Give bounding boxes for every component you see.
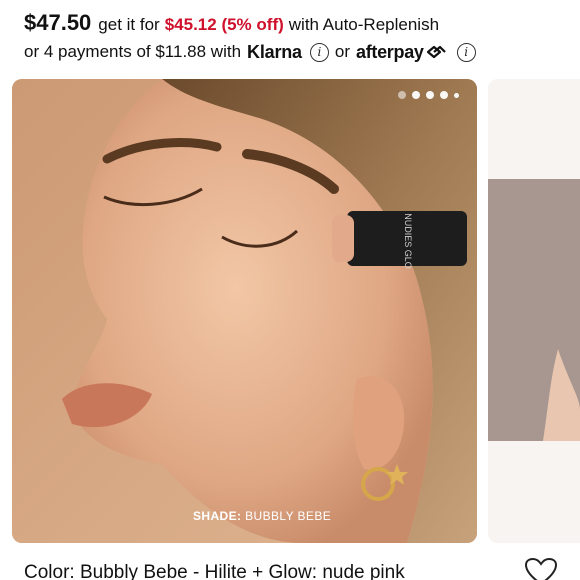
or-text: or (334, 42, 350, 61)
price-row: $47.50 get it for $45.12 (5% off) with A… (24, 10, 439, 40)
model-photo: NUDIES GLO (12, 79, 477, 543)
stick-brand-label: NUDIES GLO (403, 213, 413, 269)
klarna-info-icon[interactable]: i (309, 42, 329, 62)
discount-price: $45.12 (5% off) (164, 15, 284, 34)
next-slide-photo (488, 79, 580, 543)
carousel-dots (398, 91, 459, 99)
carousel-dot[interactable] (440, 91, 448, 99)
installments-row: or 4 payments of $11.88 with Klarna i or… (24, 40, 482, 64)
shade-name: BUBBLY BEBE (245, 509, 332, 523)
auto-replenish-text: with Auto-Replenish (288, 15, 440, 34)
product-image-next[interactable] (488, 79, 580, 543)
shade-label: SHADE: (193, 509, 242, 523)
carousel-dot[interactable] (426, 91, 434, 99)
product-image-carousel[interactable]: NUDIES GLO SHADE: BUBBLY BEBE (0, 79, 580, 543)
get-it-for-text: get it for (98, 15, 160, 34)
carousel-dot[interactable] (454, 92, 459, 98)
installments-text: or 4 payments of $11.88 with (24, 42, 242, 61)
product-color-line: Color: Bubbly Bebe - Hilite + Glow: nude… (24, 562, 405, 580)
carousel-dot[interactable] (398, 91, 406, 99)
afterpay-info-icon[interactable]: i (456, 42, 476, 62)
carousel-dot[interactable] (412, 91, 420, 99)
product-image-main[interactable]: NUDIES GLO SHADE: BUBBLY BEBE (12, 79, 477, 543)
shade-caption: SHADE: BUBBLY BEBE (193, 509, 331, 523)
heart-icon[interactable] (524, 557, 558, 580)
klarna-logo: Klarna (247, 41, 302, 62)
price-main: $47.50 (24, 10, 92, 35)
afterpay-logo: afterpay (356, 41, 424, 62)
afterpay-arrows-icon (426, 45, 446, 59)
